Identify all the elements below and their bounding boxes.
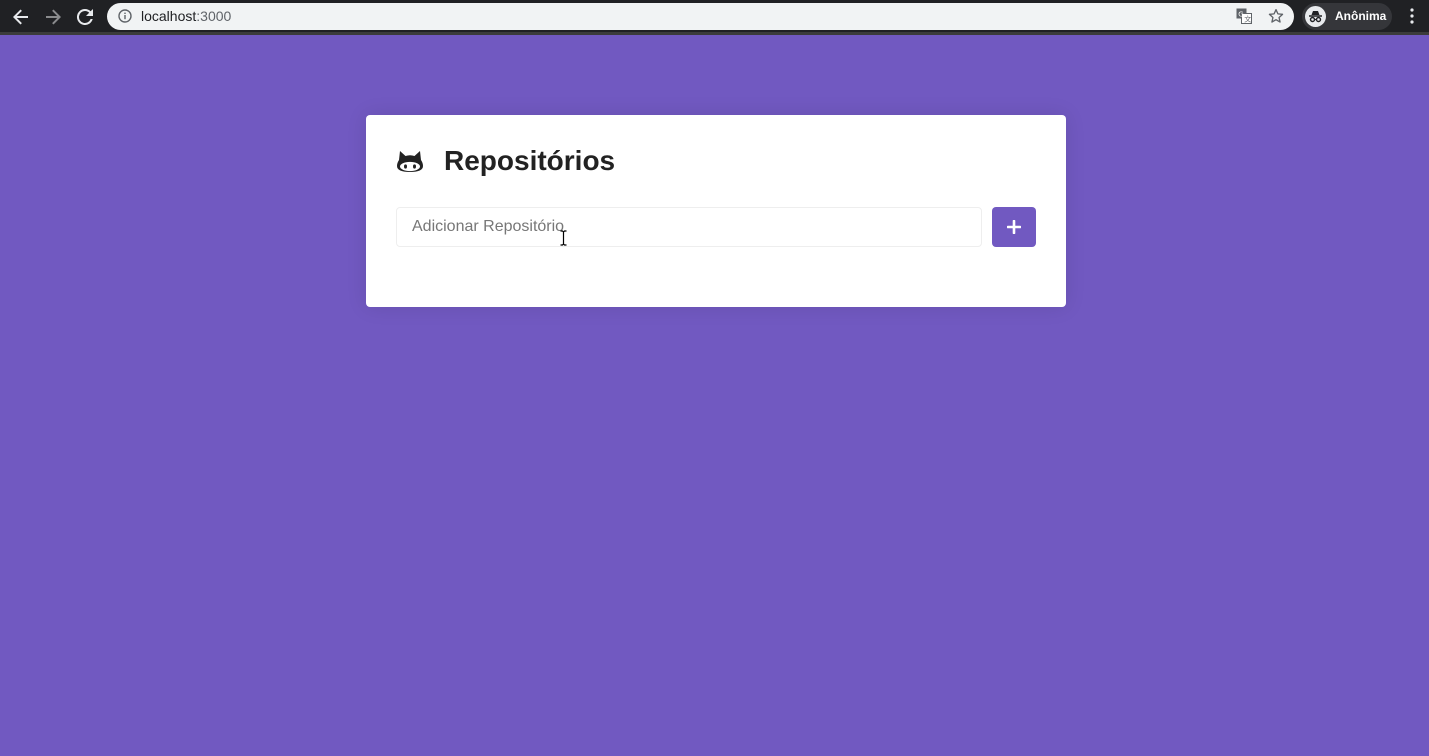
add-repository-button[interactable]: [992, 207, 1036, 247]
page-title: Repositórios: [396, 145, 615, 177]
reload-button[interactable]: [72, 4, 98, 30]
add-repository-input[interactable]: [396, 207, 982, 247]
more-vert-icon[interactable]: [1404, 8, 1420, 24]
incognito-icon: [1305, 6, 1326, 27]
back-arrow-icon: [13, 9, 28, 25]
text-cursor-icon: [560, 230, 567, 246]
profile-button[interactable]: Anônima: [1302, 3, 1392, 30]
star-icon[interactable]: [1268, 8, 1284, 24]
profile-name: Anônima: [1335, 9, 1387, 23]
plus-icon: [1007, 220, 1021, 234]
page-title-text: Repositórios: [444, 145, 616, 176]
translate-icon[interactable]: G 文: [1236, 8, 1252, 24]
url-text: localhost:3000: [141, 8, 232, 24]
svg-text:G: G: [1238, 11, 1243, 19]
svg-text:文: 文: [1244, 15, 1251, 24]
forward-button[interactable]: [40, 4, 66, 30]
info-icon[interactable]: [118, 9, 132, 23]
repositories-card: Repositórios: [366, 115, 1066, 307]
github-icon: [396, 147, 424, 175]
reload-icon: [77, 9, 93, 25]
back-button[interactable]: [8, 4, 34, 30]
address-bar[interactable]: localhost:3000 G 文: [107, 3, 1294, 30]
browser-toolbar: localhost:3000 G 文 Anônima: [0, 0, 1429, 35]
forward-arrow-icon: [46, 9, 61, 25]
